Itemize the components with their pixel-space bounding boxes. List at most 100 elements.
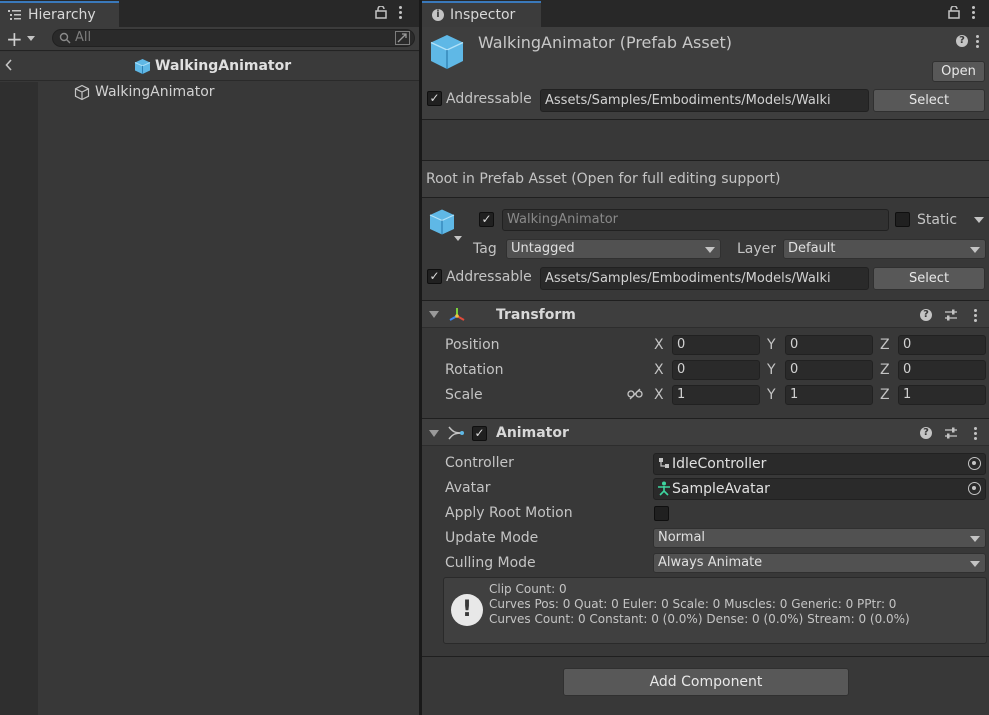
update-mode-label: Update Mode bbox=[445, 530, 539, 546]
animator-title: Animator bbox=[496, 425, 569, 441]
preset-icon[interactable] bbox=[944, 426, 958, 444]
chevron-down-icon bbox=[705, 247, 715, 253]
scale-label: Scale bbox=[445, 387, 483, 403]
create-dropdown-icon[interactable] bbox=[27, 36, 35, 41]
animator-icon bbox=[447, 424, 465, 446]
addressable-path-field-2[interactable]: Assets/Samples/Embodiments/Models/Walki bbox=[540, 267, 869, 290]
hierarchy-menu-icon[interactable] bbox=[399, 6, 403, 21]
info-line-curves-pos: Curves Pos: 0 Quat: 0 Euler: 0 Scale: 0 … bbox=[489, 597, 897, 611]
preview-spacer bbox=[422, 120, 989, 160]
controller-field[interactable]: IdleController bbox=[653, 453, 986, 475]
addressable-checkbox[interactable]: ✓ bbox=[427, 91, 442, 106]
controller-value: IdleController bbox=[672, 456, 767, 472]
chevron-down-icon bbox=[970, 247, 980, 253]
static-dropdown-icon[interactable] bbox=[974, 217, 984, 223]
culling-mode-dropdown[interactable]: Always Animate bbox=[653, 553, 986, 573]
breadcrumb-title: WalkingAnimator bbox=[155, 58, 292, 74]
icon-dropdown-icon[interactable] bbox=[454, 236, 462, 241]
rotation-z-field[interactable]: 0 bbox=[898, 360, 986, 380]
update-mode-dropdown[interactable]: Normal bbox=[653, 528, 986, 548]
hierarchy-search-placeholder: All bbox=[75, 30, 92, 45]
culling-mode-value: Always Animate bbox=[658, 555, 763, 570]
root-note: Root in Prefab Asset (Open for full edit… bbox=[426, 171, 781, 187]
lock-icon[interactable] bbox=[948, 5, 960, 23]
static-checkbox[interactable] bbox=[895, 212, 910, 227]
apply-root-motion-checkbox[interactable] bbox=[654, 506, 669, 521]
inspector-menu-icon[interactable] bbox=[972, 6, 976, 21]
tag-value: Untagged bbox=[511, 241, 575, 256]
layer-dropdown[interactable]: Default bbox=[783, 239, 986, 259]
static-label: Static bbox=[917, 212, 958, 228]
y-axis-label: Y bbox=[767, 362, 776, 378]
position-x-field[interactable]: 0 bbox=[672, 335, 760, 355]
y-axis-label: Y bbox=[767, 337, 776, 353]
hierarchy-panel: Hierarchy + All WalkingAnimator WalkingA… bbox=[0, 0, 419, 715]
object-picker-icon[interactable] bbox=[968, 457, 981, 470]
x-axis-label: X bbox=[654, 387, 664, 403]
search-filter-icon[interactable] bbox=[395, 31, 410, 45]
y-axis-label: Y bbox=[767, 387, 776, 403]
avatar-field[interactable]: SampleAvatar bbox=[653, 478, 986, 500]
asset-menu-icon[interactable] bbox=[976, 35, 980, 50]
layer-label: Layer bbox=[737, 241, 777, 257]
inspector-tab[interactable]: i Inspector bbox=[422, 1, 541, 27]
constrain-proportions-icon[interactable] bbox=[627, 388, 643, 404]
rotation-y-field[interactable]: 0 bbox=[785, 360, 873, 380]
info-line-curves-count: Curves Count: 0 Constant: 0 (0.0%) Dense… bbox=[489, 612, 910, 626]
gameobject-cube-icon bbox=[74, 84, 90, 105]
info-icon: i bbox=[432, 9, 444, 21]
info-line-clip-count: Clip Count: 0 bbox=[489, 582, 567, 596]
addressable-label-2: Addressable bbox=[446, 269, 532, 285]
addressable-select-button[interactable]: Select bbox=[873, 89, 985, 112]
inspector-panel: i Inspector WalkingAnimator (Prefab Asse… bbox=[422, 0, 989, 715]
animator-enabled-checkbox[interactable]: ✓ bbox=[472, 426, 487, 441]
lock-icon[interactable] bbox=[375, 5, 387, 23]
apply-root-motion-label: Apply Root Motion bbox=[445, 505, 573, 521]
addressable-path-field[interactable]: Assets/Samples/Embodiments/Models/Walki bbox=[540, 89, 869, 112]
component-menu-icon[interactable] bbox=[974, 309, 978, 324]
foldout-arrow-icon[interactable] bbox=[429, 311, 439, 318]
create-plus-icon[interactable]: + bbox=[6, 29, 23, 49]
addressable-checkbox-2[interactable]: ✓ bbox=[427, 269, 442, 284]
back-chevron-icon[interactable] bbox=[5, 58, 13, 76]
search-icon bbox=[59, 32, 71, 48]
help-icon[interactable]: ? bbox=[956, 35, 968, 47]
gameobject-name-field[interactable]: WalkingAnimator bbox=[502, 209, 889, 231]
hierarchy-list-icon bbox=[8, 9, 22, 21]
avatar-value: SampleAvatar bbox=[672, 481, 770, 497]
rotation-label: Rotation bbox=[445, 362, 504, 378]
addressable-select-button-2[interactable]: Select bbox=[873, 267, 985, 290]
scale-z-field[interactable]: 1 bbox=[898, 385, 986, 405]
component-menu-icon[interactable] bbox=[974, 427, 978, 442]
hierarchy-item[interactable]: WalkingAnimator bbox=[38, 82, 419, 104]
foldout-arrow-icon[interactable] bbox=[429, 430, 439, 437]
preset-icon[interactable] bbox=[944, 308, 958, 326]
add-component-button[interactable]: Add Component bbox=[563, 668, 849, 696]
hierarchy-search-field[interactable]: All bbox=[52, 29, 415, 47]
update-mode-value: Normal bbox=[658, 530, 706, 545]
hierarchy-gutter bbox=[0, 82, 38, 715]
x-axis-label: X bbox=[654, 337, 664, 353]
chevron-down-icon bbox=[970, 536, 980, 542]
active-checkbox[interactable]: ✓ bbox=[479, 212, 494, 227]
hierarchy-tab[interactable]: Hierarchy bbox=[0, 1, 119, 27]
help-icon[interactable]: ? bbox=[920, 427, 932, 439]
addressable-label: Addressable bbox=[446, 91, 532, 107]
position-y-field[interactable]: 0 bbox=[785, 335, 873, 355]
object-picker-icon[interactable] bbox=[968, 482, 981, 495]
scale-y-field[interactable]: 1 bbox=[785, 385, 873, 405]
warning-icon: ! bbox=[451, 594, 483, 626]
avatar-label: Avatar bbox=[445, 480, 491, 496]
gameobject-prefab-icon[interactable] bbox=[428, 208, 456, 240]
help-icon[interactable]: ? bbox=[920, 309, 932, 321]
position-z-field[interactable]: 0 bbox=[898, 335, 986, 355]
tag-dropdown[interactable]: Untagged bbox=[506, 239, 721, 259]
hierarchy-item-label: WalkingAnimator bbox=[95, 84, 215, 100]
inspector-tab-label: Inspector bbox=[450, 7, 516, 23]
tag-label: Tag bbox=[473, 241, 497, 257]
asset-title: WalkingAnimator (Prefab Asset) bbox=[478, 33, 733, 52]
scale-x-field[interactable]: 1 bbox=[672, 385, 760, 405]
rotation-x-field[interactable]: 0 bbox=[672, 360, 760, 380]
prefab-cube-icon bbox=[134, 58, 151, 79]
open-button[interactable]: Open bbox=[932, 61, 985, 82]
